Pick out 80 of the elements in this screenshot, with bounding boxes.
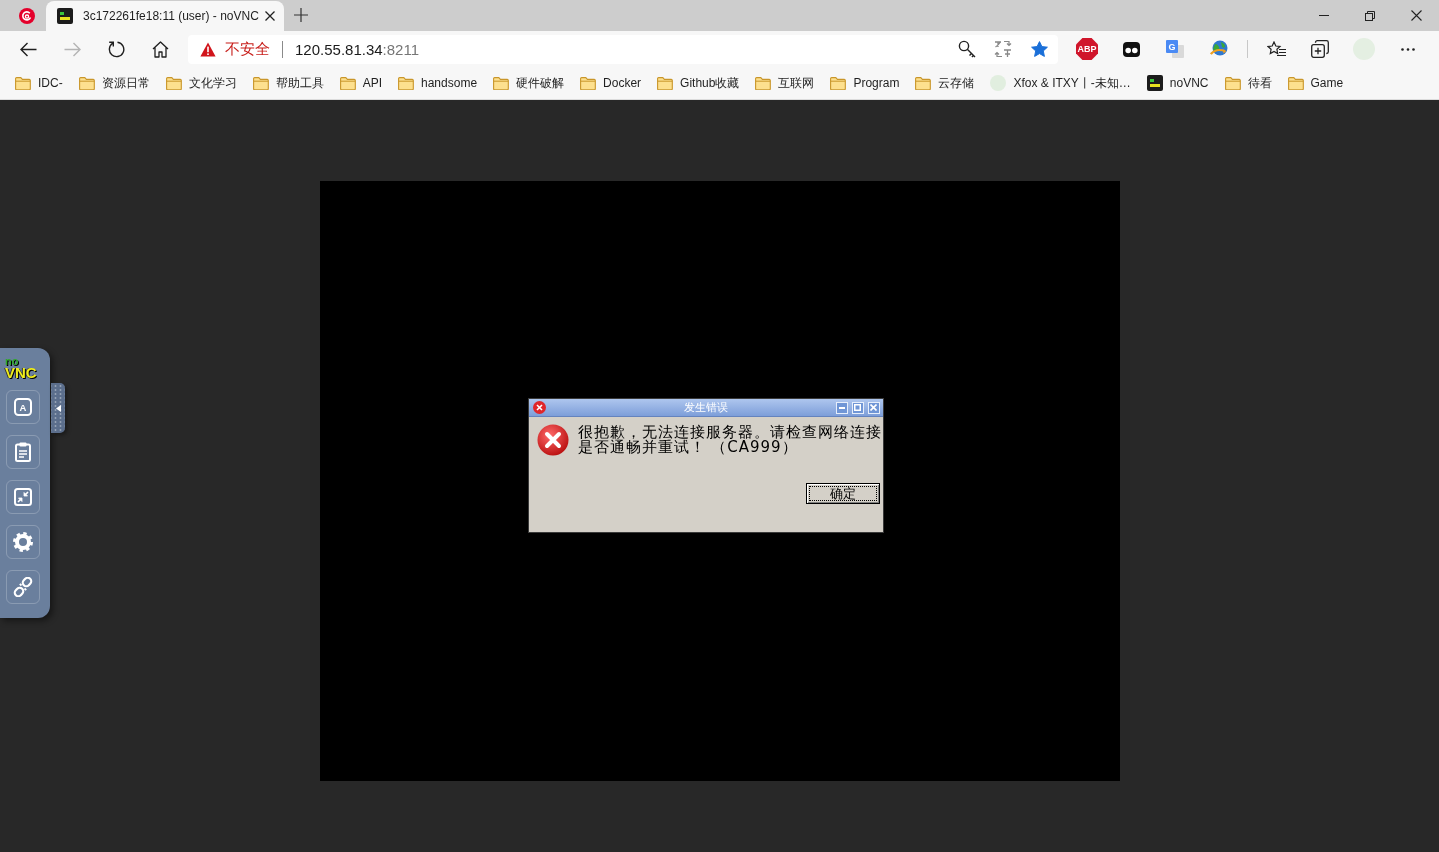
error-message: 很抱歉，无法连接服务器。请检查网络连接是否通畅并重试！ （CA999） bbox=[577, 425, 883, 456]
collapse-handle[interactable] bbox=[51, 383, 65, 433]
folder-icon bbox=[830, 76, 847, 90]
bookmark-link[interactable]: Docker bbox=[572, 70, 650, 96]
folder-icon bbox=[15, 76, 31, 90]
bookmark-link[interactable]: 文化学习 bbox=[157, 70, 245, 96]
close-icon[interactable] bbox=[1410, 10, 1422, 21]
restore-icon[interactable] bbox=[1365, 10, 1375, 21]
bookmark-link[interactable]: 待看 bbox=[1216, 70, 1280, 96]
caret-icon bbox=[55, 404, 61, 412]
bookmark-link[interactable]: noVNC bbox=[1138, 70, 1217, 96]
security-label[interactable]: 不安全 bbox=[225, 39, 270, 59]
folder-icon bbox=[493, 76, 510, 90]
favorites-icon[interactable] bbox=[1266, 41, 1286, 57]
maximize-icon bbox=[854, 404, 861, 411]
folder-icon bbox=[1224, 76, 1241, 90]
octagon-logo-icon[interactable]: ABP bbox=[1076, 38, 1098, 60]
warning-icon[interactable] bbox=[200, 41, 216, 57]
eyes-icon[interactable] bbox=[1122, 41, 1140, 57]
settings-button[interactable] bbox=[6, 525, 40, 559]
collections-icon[interactable] bbox=[1311, 40, 1329, 58]
address-bar[interactable]: 不安全 120.55.81.34:8211 bbox=[188, 34, 1058, 64]
bookmark-link[interactable]: IDC- bbox=[7, 70, 71, 96]
dialog-title: 发生错误 bbox=[684, 400, 728, 415]
record-logo-icon bbox=[19, 7, 35, 24]
browser-tab[interactable]: 3c172261fe18:11 (user) - noVNC bbox=[46, 1, 284, 31]
bookmark-link[interactable]: 互联网 bbox=[747, 70, 823, 96]
keyboard-button[interactable]: A bbox=[6, 390, 40, 424]
broken-link-icon bbox=[13, 577, 33, 597]
close-icon[interactable] bbox=[265, 11, 275, 21]
disconnect-button[interactable] bbox=[6, 570, 40, 604]
globe-icon[interactable] bbox=[1209, 40, 1229, 58]
maximize-button[interactable] bbox=[851, 401, 864, 414]
error-icon bbox=[536, 424, 569, 456]
bookmark-link[interactable]: Github收藏 bbox=[649, 70, 748, 96]
folder-icon bbox=[1287, 76, 1304, 90]
reload-icon[interactable] bbox=[107, 40, 125, 58]
x-circle-icon[interactable] bbox=[532, 401, 546, 414]
bookmark-link[interactable]: handsome bbox=[390, 70, 486, 96]
bookmark-link[interactable]: 帮助工具 bbox=[244, 70, 332, 96]
avatar-icon bbox=[990, 75, 1007, 91]
folder-icon bbox=[165, 76, 182, 90]
ok-button[interactable]: 确定 bbox=[805, 483, 880, 504]
close-icon bbox=[870, 404, 877, 411]
translate-icon[interactable] bbox=[994, 40, 1012, 58]
app-logo: no VNC bbox=[5, 357, 37, 379]
folder-icon bbox=[398, 76, 414, 90]
bookmark-link[interactable]: Program bbox=[822, 70, 908, 96]
fullscreen-icon bbox=[14, 488, 32, 506]
clipboard-button[interactable] bbox=[6, 435, 40, 469]
more-icon[interactable] bbox=[1401, 47, 1415, 51]
app-logo-icon bbox=[57, 8, 73, 24]
folder-icon bbox=[657, 76, 674, 90]
fullscreen-button[interactable] bbox=[6, 480, 40, 514]
folder-icon bbox=[78, 76, 95, 90]
key-cap-icon: A bbox=[14, 398, 32, 416]
key-icon[interactable] bbox=[958, 40, 976, 58]
bookmark-link[interactable]: 云存储 bbox=[907, 70, 983, 96]
settings-icon bbox=[13, 532, 33, 552]
star-icon[interactable] bbox=[1030, 41, 1048, 57]
folder-icon bbox=[915, 76, 932, 90]
app-logo-icon bbox=[1146, 75, 1163, 91]
minimize-icon bbox=[838, 406, 845, 409]
back-arrow-icon[interactable] bbox=[19, 41, 37, 57]
folder-icon bbox=[252, 76, 269, 90]
home-icon[interactable] bbox=[151, 40, 169, 58]
url-text[interactable]: 120.55.81.34:8211 bbox=[295, 40, 420, 58]
plus-icon[interactable] bbox=[294, 8, 308, 22]
folder-icon bbox=[339, 76, 356, 90]
minimize-button[interactable] bbox=[835, 401, 848, 414]
clipboard-icon bbox=[15, 442, 31, 462]
folder-icon bbox=[755, 76, 772, 90]
bookmark-link[interactable]: Xfox & ITXY丨-未知… bbox=[982, 70, 1139, 96]
bookmark-link[interactable]: API bbox=[331, 70, 390, 96]
remote-screen[interactable]: 发生错误 很抱歉，无法连接服务器。请检查网络连接是否通畅并重试！ （CA999） 确定 bbox=[319, 181, 1120, 781]
bookmark-link[interactable]: 硬件破解 bbox=[485, 70, 573, 96]
close-button[interactable] bbox=[867, 401, 880, 414]
bookmark-link[interactable]: Game bbox=[1279, 70, 1352, 96]
folder-icon bbox=[580, 76, 597, 90]
bookmark-link[interactable]: 资源日常 bbox=[70, 70, 158, 96]
